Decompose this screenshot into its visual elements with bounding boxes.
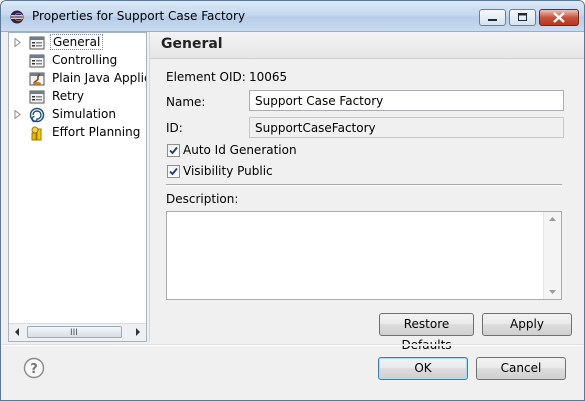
auto-id-label[interactable]: Auto Id Generation [183, 143, 297, 157]
minimize-button[interactable] [479, 9, 506, 26]
restore-defaults-button[interactable]: Restore Defaults [379, 313, 474, 352]
tree-item-label: Controlling [52, 53, 118, 67]
element-oid-label: Element OID: [166, 70, 246, 84]
expand-arrow-icon[interactable] [14, 38, 22, 47]
button-bar-divider [1, 344, 584, 346]
name-field[interactable] [249, 90, 564, 111]
tree-item-controlling[interactable]: Controlling [9, 52, 146, 70]
tree-item-label: General [50, 34, 104, 50]
java-app-icon [29, 72, 45, 86]
visibility-public-checkbox[interactable] [167, 165, 180, 178]
scrollbar-grip: III [70, 328, 78, 338]
page-header: General [150, 32, 584, 59]
panel-sash[interactable] [149, 32, 150, 342]
expand-arrow-icon[interactable] [14, 110, 22, 119]
id-field[interactable] [249, 117, 564, 138]
tree-item-simulation[interactable]: Simulation [9, 106, 146, 124]
general-page-icon [29, 36, 45, 50]
property-pages-tree[interactable]: General Controlling Plain Java Applica [8, 32, 147, 342]
properties-dialog: Properties for Support Case Factory Gene… [0, 0, 585, 401]
tree-item-effort-planning[interactable]: Effort Planning [9, 124, 146, 142]
tree-horizontal-scrollbar[interactable]: III [9, 323, 146, 341]
element-oid-value: 10065 [249, 70, 288, 84]
close-window-button[interactable] [539, 9, 579, 26]
minimize-icon [488, 19, 497, 21]
title-bar[interactable]: Properties for Support Case Factory [1, 1, 584, 32]
tree-item-label: Retry [52, 89, 84, 103]
tree-item-label: Plain Java Applica [52, 71, 146, 85]
scroll-up-icon[interactable] [544, 212, 561, 226]
page-title: General [161, 36, 223, 52]
eclipse-app-icon [10, 10, 24, 24]
simulation-icon [29, 107, 45, 123]
scroll-right-icon[interactable] [129, 324, 146, 340]
description-vertical-scrollbar[interactable] [543, 212, 561, 299]
svg-text:?: ? [30, 362, 38, 377]
maximize-icon [518, 13, 527, 21]
apply-button[interactable]: Apply [482, 313, 572, 336]
retry-icon [29, 90, 45, 104]
tree-item-plain-java-application[interactable]: Plain Java Applica [9, 70, 146, 88]
tree-item-label: Simulation [52, 107, 116, 121]
maximize-button[interactable] [509, 9, 536, 26]
id-label: ID: [166, 121, 183, 135]
description-textarea[interactable] [166, 211, 562, 300]
description-label: Description: [166, 192, 239, 206]
window-title: Properties for Support Case Factory [32, 9, 246, 23]
checkmark-icon [169, 146, 178, 155]
controlling-icon [29, 54, 45, 68]
visibility-public-label[interactable]: Visibility Public [183, 164, 273, 178]
name-label: Name: [166, 95, 206, 109]
section-separator [166, 184, 562, 186]
ok-button[interactable]: OK [378, 357, 468, 380]
help-icon[interactable]: ? [23, 357, 45, 379]
auto-id-checkbox[interactable] [167, 144, 180, 157]
tree-item-retry[interactable]: Retry [9, 88, 146, 106]
effort-planning-icon [31, 126, 42, 141]
close-icon [553, 12, 565, 23]
tree-item-general[interactable]: General [9, 34, 146, 52]
scroll-down-icon[interactable] [544, 285, 561, 299]
cancel-button[interactable]: Cancel [476, 357, 566, 380]
tree-item-label: Effort Planning [52, 125, 141, 139]
scrollbar-thumb[interactable]: III [27, 326, 122, 338]
scroll-left-icon[interactable] [9, 324, 26, 340]
checkmark-icon [169, 167, 178, 176]
